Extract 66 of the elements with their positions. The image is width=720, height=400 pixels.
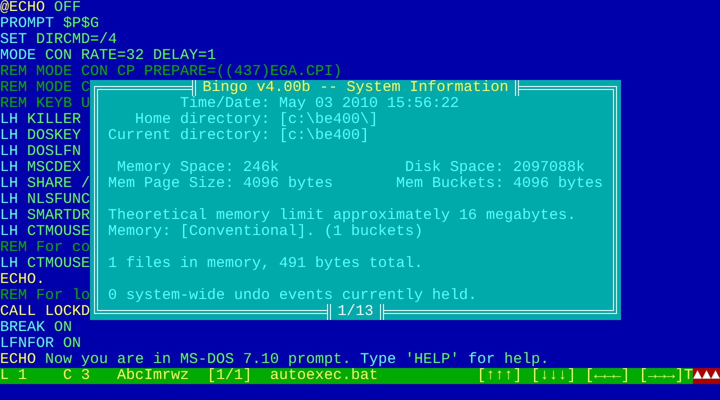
code-text: SET xyxy=(0,32,28,48)
code-text: REM For lo xyxy=(0,288,90,304)
dialog-title: Bingo v4.00b -- System Information xyxy=(192,80,519,96)
code-text: ECHO xyxy=(0,352,36,368)
code-text: CALL LOCKD xyxy=(0,304,90,320)
code-text: 'HELP' xyxy=(405,352,460,368)
code-text: LH xyxy=(0,128,18,144)
page-indicator: 1/13 xyxy=(327,304,384,320)
code-text: DOSLFN xyxy=(27,144,82,160)
info-text: Memory Space: 246k xyxy=(117,160,280,176)
info-text: Mem Page Size: 4096 bytes xyxy=(108,176,334,192)
code-text: LH xyxy=(0,176,18,192)
code-text: ECHO. xyxy=(0,272,46,288)
code-text: DIRCMD=/4 xyxy=(36,32,118,48)
file-name: autoexec.bat xyxy=(270,368,378,384)
code-text: SHARE / xyxy=(27,176,90,192)
info-text: Time/Date: May 03 2010 15:56:22 xyxy=(180,96,460,112)
code-text: OFF xyxy=(54,0,82,16)
code-text: ON xyxy=(63,336,82,352)
column-number: C 3 xyxy=(63,368,90,384)
info-text: Mem Buckets: 4096 bytes xyxy=(396,176,604,192)
code-text: $P$G xyxy=(63,16,100,32)
code-text: CON RATE=32 DELAY=1 xyxy=(45,48,216,64)
file-index: [1/1] xyxy=(207,368,252,384)
code-text: for xyxy=(468,352,496,368)
code-text: LH xyxy=(0,144,18,160)
code-text: @ECHO xyxy=(0,0,46,16)
code-text: Type xyxy=(360,352,396,368)
code-text: LH xyxy=(0,112,18,128)
code-text: LH xyxy=(0,208,18,224)
info-text: Theoretical memory limit approximately 16 megabytes. xyxy=(108,208,576,224)
nav-right: [→→→]T xyxy=(639,368,694,384)
code-text: REM MODE C xyxy=(0,80,90,96)
code-text: LH xyxy=(0,160,18,176)
nav-down: [↓↓↓] xyxy=(531,368,576,384)
info-text: 0 system-wide undo events currently held. xyxy=(108,288,478,304)
code-text: CTMOUSE xyxy=(27,224,90,240)
code-text: LH xyxy=(0,192,18,208)
code-text: Now you are in MS-DOS 7.10 prompt. xyxy=(45,352,352,368)
code-text: KILLER xyxy=(27,112,82,128)
nav-up: [↑↑↑] xyxy=(477,368,522,384)
code-text: CTMOUSE xyxy=(27,256,90,272)
code-text: LH xyxy=(0,256,18,272)
nav-left: [←←←] xyxy=(585,368,630,384)
code-text: REM KEYB U xyxy=(0,96,90,112)
info-text: Disk Space: 2097088k xyxy=(405,160,586,176)
code-text: REM MODE CON CP PREPARE=((437)EGA.CPI) xyxy=(0,64,342,80)
code-text: LFNFOR xyxy=(0,336,54,352)
code-text: help. xyxy=(504,352,550,368)
code-text: SMARTDR xyxy=(27,208,90,224)
info-text: 1 files in memory, 491 bytes total. xyxy=(108,256,424,272)
info-text: Memory: [Conventional]. (1 buckets) xyxy=(108,224,424,240)
code-text: BREAK xyxy=(0,320,46,336)
mode-flags: AbcImrwz xyxy=(117,368,190,384)
line-number: L 1 xyxy=(0,368,28,384)
alert-marker: ▲▲▲ xyxy=(693,368,720,384)
code-text: ON xyxy=(54,320,72,336)
code-text: PROMPT xyxy=(0,16,54,32)
info-text: Home directory: [c:\be400\] xyxy=(135,112,378,128)
code-text: LH xyxy=(0,224,18,240)
code-text: DOSKEY xyxy=(27,128,82,144)
info-text: Current directory: [c:\be400] xyxy=(108,128,370,144)
code-text: NLSFUNC xyxy=(27,192,90,208)
code-text: MODE xyxy=(0,48,36,64)
code-text: MSCDEX xyxy=(27,160,82,176)
code-text: REM For co xyxy=(0,240,90,256)
